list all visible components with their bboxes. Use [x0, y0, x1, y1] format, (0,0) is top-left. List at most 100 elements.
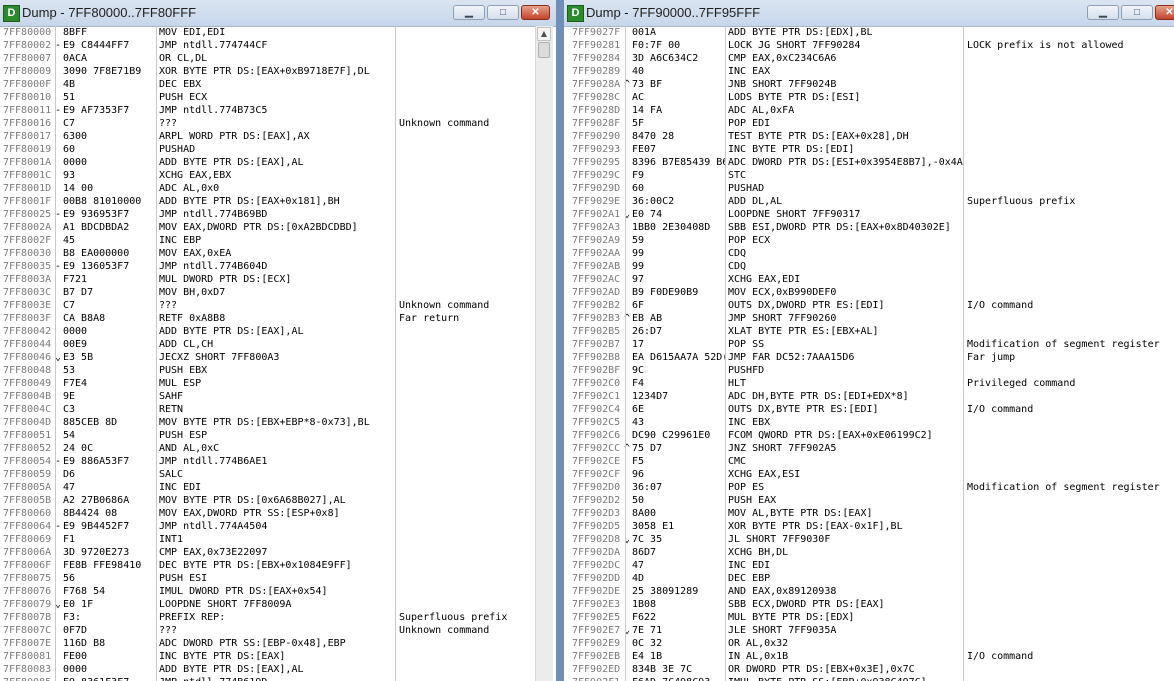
dump-row[interactable]: 7FF8003A F721 MUL DWORD PTR DS:[ECX]: [0, 273, 556, 286]
dump-row[interactable]: 7FF902C0 F4 HLT Privileged command: [564, 377, 1174, 390]
dump-row[interactable]: 7FF80019 60 PUSHAD: [0, 143, 556, 156]
dump-row[interactable]: 7FF902B7 17 POP SS Modification of segment …: [564, 338, 1174, 351]
dump-row[interactable]: 7FF90293 FE07 INC BYTE PTR DS:[EDI]: [564, 143, 1174, 156]
left-dump-listing[interactable]: 7FF80000 8BFF MOV EDI,EDI 7FF80002- E9 C8444…: [0, 26, 556, 681]
dump-row[interactable]: 7FF902C4 6E OUTS DX,BYTE PTR ES:[EDI] I/O c…: [564, 403, 1174, 416]
left-title-bar[interactable]: D Dump - 7FF80000..7FF80FFF ▁ □ ✕: [0, 0, 556, 27]
dump-row[interactable]: 7FF902DE 25 38091289 AND EAX,0x89120938: [564, 585, 1174, 598]
dump-row[interactable]: 7FF80052 24 0C AND AL,0xC: [0, 442, 556, 455]
dump-row[interactable]: 7FF8001D 14 00 ADC AL,0x0: [0, 182, 556, 195]
dump-row[interactable]: 7FF902E7 ⌄ 7E 71 JLE SHORT 7FF9035A: [564, 624, 1174, 637]
dump-row[interactable]: 7FF80085-E9 8361F3F7 JMP ntdll.774B619D: [0, 676, 556, 681]
dump-row[interactable]: 7FF9028F 5F POP EDI: [564, 117, 1174, 130]
dump-row[interactable]: 7FF80064- E9 9B4452F7 JMP ntdll.774A4504: [0, 520, 556, 533]
dump-row[interactable]: 7FF80035- E9 136053F7 JMP ntdll.774B604D: [0, 260, 556, 273]
dump-row[interactable]: 7FF80046 ⌄ E3 5B JECXZ SHORT 7FF800A3: [0, 351, 556, 364]
dump-row[interactable]: 7FF902E5 F622 MUL BYTE PTR DS:[EDX]: [564, 611, 1174, 624]
dump-row[interactable]: 7FF90281 F0:7F 00 LOCK JG SHORT 7FF90284 LO…: [564, 39, 1174, 52]
dump-row[interactable]: 7FF9028A ^ 73 BF JNB SHORT 7FF9024B: [564, 78, 1174, 91]
dump-row[interactable]: 7FF9029D 60 PUSHAD: [564, 182, 1174, 195]
dump-row[interactable]: 7FF902E3 1B08 SBB ECX,DWORD PTR DS:[EAX]: [564, 598, 1174, 611]
dump-row[interactable]: 7FF80059 D6 SALC: [0, 468, 556, 481]
dump-row[interactable]: 7FF90295 8396 B7E85439 B6 ADC DWORD PTR DS…: [564, 156, 1174, 169]
dump-row[interactable]: 7FF902D3 8A00 MOV AL,BYTE PTR DS:[EAX]: [564, 507, 1174, 520]
dump-row[interactable]: 7FF80007 0ACA OR CL,DL: [0, 52, 556, 65]
close-button[interactable]: ✕: [521, 5, 550, 20]
dump-row[interactable]: 7FF902EB E4 1B IN AL,0x1B I/O command: [564, 650, 1174, 663]
scroll-thumb[interactable]: [538, 42, 550, 58]
dump-row[interactable]: 7FF9029E 36:00C2 ADD DL,AL Superfluous pref…: [564, 195, 1174, 208]
dump-row[interactable]: 7FF80054- E9 886A53F7 JMP ntdll.774B6AE1: [0, 455, 556, 468]
close-button[interactable]: ✕: [1155, 5, 1174, 20]
dump-row[interactable]: 7FF8000F 4B DEC EBX: [0, 78, 556, 91]
dump-row[interactable]: 7FF8001C 93 XCHG EAX,EBX: [0, 169, 556, 182]
dump-row[interactable]: 7FF90289 40 INC EAX: [564, 65, 1174, 78]
dump-row[interactable]: 7FF8004C C3 RETN: [0, 403, 556, 416]
dump-row[interactable]: 7FF8003C B7 D7 MOV BH,0xD7: [0, 286, 556, 299]
dump-row[interactable]: 7FF902C6 DC90 C29961E0 FCOM QWORD PTR DS:[…: [564, 429, 1174, 442]
dump-row[interactable]: 7FF902CF 96 XCHG EAX,ESI: [564, 468, 1174, 481]
dump-row[interactable]: 7FF8006A 3D 9720E273 CMP EAX,0x73E22097: [0, 546, 556, 559]
dump-row[interactable]: 7FF80079 ⌄ E0 1F LOOPDNE SHORT 7FF8009A: [0, 598, 556, 611]
dump-row[interactable]: 7FF80000 8BFF MOV EDI,EDI: [0, 26, 556, 39]
dump-row[interactable]: 7FF902A9 59 POP ECX: [564, 234, 1174, 247]
dump-row[interactable]: 7FF9028D 14 FA ADC AL,0xFA: [564, 104, 1174, 117]
dump-row[interactable]: 7FF902B3 ^ EB AB JMP SHORT 7FF90260: [564, 312, 1174, 325]
dump-row[interactable]: 7FF8005B A2 27B0686A MOV BYTE PTR DS:[0x6A…: [0, 494, 556, 507]
dump-row[interactable]: 7FF80075 56 PUSH ESI: [0, 572, 556, 585]
dump-row[interactable]: 7FF80048 53 PUSH EBX: [0, 364, 556, 377]
maximize-button[interactable]: □: [1121, 5, 1153, 20]
dump-row[interactable]: 7FF80083 0000 ADD BYTE PTR DS:[EAX],AL: [0, 663, 556, 676]
left-vertical-scrollbar[interactable]: ▲: [535, 26, 553, 681]
dump-row[interactable]: 7FF902AD B9 F0DE90B9 MOV ECX,0xB990DEF0: [564, 286, 1174, 299]
dump-row[interactable]: 7FF902D8 ⌄ 7C 35 JL SHORT 7FF9030F: [564, 533, 1174, 546]
dump-row[interactable]: 7FF9027F 001A ADD BYTE PTR DS:[EDX],BL: [564, 26, 1174, 39]
dump-row[interactable]: 7FF8007B F3: PREFIX REP: Superfluous prefix: [0, 611, 556, 624]
dump-row[interactable]: 7FF80081 FE00 INC BYTE PTR DS:[EAX]: [0, 650, 556, 663]
dump-row[interactable]: 7FF80051 54 PUSH ESP: [0, 429, 556, 442]
dump-row[interactable]: 7FF80016 C7??? Unknown command: [0, 117, 556, 130]
dump-row[interactable]: 7FF80009 3090 7F8E71B9 XOR BYTE PTR DS:[EA…: [0, 65, 556, 78]
dump-row[interactable]: 7FF902AA 99 CDQ: [564, 247, 1174, 260]
dump-row[interactable]: 7FF902D0 36:07 POP ES Modification of segme…: [564, 481, 1174, 494]
dump-row[interactable]: 7FF902DD 4D DEC EBP: [564, 572, 1174, 585]
dump-row[interactable]: 7FF902B2 6F OUTS DX,DWORD PTR ES:[EDI] I/O …: [564, 299, 1174, 312]
dump-row[interactable]: 7FF902A1 ⌄ E0 74 LOOPDNE SHORT 7FF90317: [564, 208, 1174, 221]
dump-row[interactable]: 7FF80069 F1 INT1: [0, 533, 556, 546]
dump-row[interactable]: 7FF8001A 0000 ADD BYTE PTR DS:[EAX],AL: [0, 156, 556, 169]
dump-row[interactable]: 7FF902BF 9C PUSHFD: [564, 364, 1174, 377]
dump-window-right[interactable]: D Dump - 7FF90000..7FF95FFF ▁ □ ✕ 7FF902…: [564, 0, 1174, 681]
dump-row[interactable]: 7FF8001F 00B8 81010000 ADD BYTE PTR DS:[EA…: [0, 195, 556, 208]
dump-row[interactable]: 7FF902ED 834B 3E 7C OR DWORD PTR DS:[EBX+0…: [564, 663, 1174, 676]
dump-row[interactable]: 7FF80017 6300 ARPL WORD PTR DS:[EAX],AX: [0, 130, 556, 143]
dump-row[interactable]: 7FF8002F 45 INC EBP: [0, 234, 556, 247]
dump-row[interactable]: 7FF902E9 0C 32 OR AL,0x32: [564, 637, 1174, 650]
minimize-button[interactable]: ▁: [453, 5, 485, 20]
dump-row[interactable]: 7FF902F1 F6AD 7C498C93IMUL BYTE PTR SS:[E…: [564, 676, 1174, 681]
minimize-button[interactable]: ▁: [1087, 5, 1119, 20]
dump-row[interactable]: 7FF902DC 47 INC EDI: [564, 559, 1174, 572]
dump-row[interactable]: 7FF80030 B8 EA000000 MOV EAX,0xEA: [0, 247, 556, 260]
dump-row[interactable]: 7FF80002- E9 C8444FF7 JMP ntdll.774744CF: [0, 39, 556, 52]
dump-row[interactable]: 7FF80010 51 PUSH ECX: [0, 91, 556, 104]
dump-row[interactable]: 7FF8006F FE8B FFE98410 DEC BYTE PTR DS:[EB…: [0, 559, 556, 572]
scroll-up-button[interactable]: ▲: [537, 27, 551, 41]
dump-row[interactable]: 7FF90290 8470 28 TEST BYTE PTR DS:[EAX+0x2…: [564, 130, 1174, 143]
dump-row[interactable]: 7FF90284 3D A6C634C2 CMP EAX,0xC234C6A6: [564, 52, 1174, 65]
dump-row[interactable]: 7FF9028C AC LODS BYTE PTR DS:[ESI]: [564, 91, 1174, 104]
dump-row[interactable]: 7FF8004D 885CEB 8D MOV BYTE PTR DS:[EBX+EB…: [0, 416, 556, 429]
dump-window-left[interactable]: D Dump - 7FF80000..7FF80FFF ▁ □ ✕ 7FF800…: [0, 0, 556, 681]
dump-row[interactable]: 7FF902CE F5 CMC: [564, 455, 1174, 468]
dump-row[interactable]: 7FF8005A 47 INC EDI: [0, 481, 556, 494]
dump-row[interactable]: 7FF902C5 43 INC EBX: [564, 416, 1174, 429]
dump-row[interactable]: 7FF80060 8B4424 08 MOV EAX,DWORD PTR SS:[E…: [0, 507, 556, 520]
dump-row[interactable]: 7FF8004B 9E SAHF: [0, 390, 556, 403]
maximize-button[interactable]: □: [487, 5, 519, 20]
dump-row[interactable]: 7FF8003E C7??? Unknown command: [0, 299, 556, 312]
dump-row[interactable]: 7FF8002A A1 BDCDBDA2 MOV EAX,DWORD PTR DS:…: [0, 221, 556, 234]
dump-row[interactable]: 7FF902C1 1234D7 ADC DH,BYTE PTR DS:[EDI+ED…: [564, 390, 1174, 403]
dump-row[interactable]: 7FF902D2 50 PUSH EAX: [564, 494, 1174, 507]
dump-row[interactable]: 7FF8007E 116D B8 ADC DWORD PTR SS:[EBP-0x4…: [0, 637, 556, 650]
dump-row[interactable]: 7FF8007C 0F7D??? Unknown command: [0, 624, 556, 637]
dump-row[interactable]: 7FF902B8 EA D615AA7A 52D(JMP FAR DC52:7AA…: [564, 351, 1174, 364]
